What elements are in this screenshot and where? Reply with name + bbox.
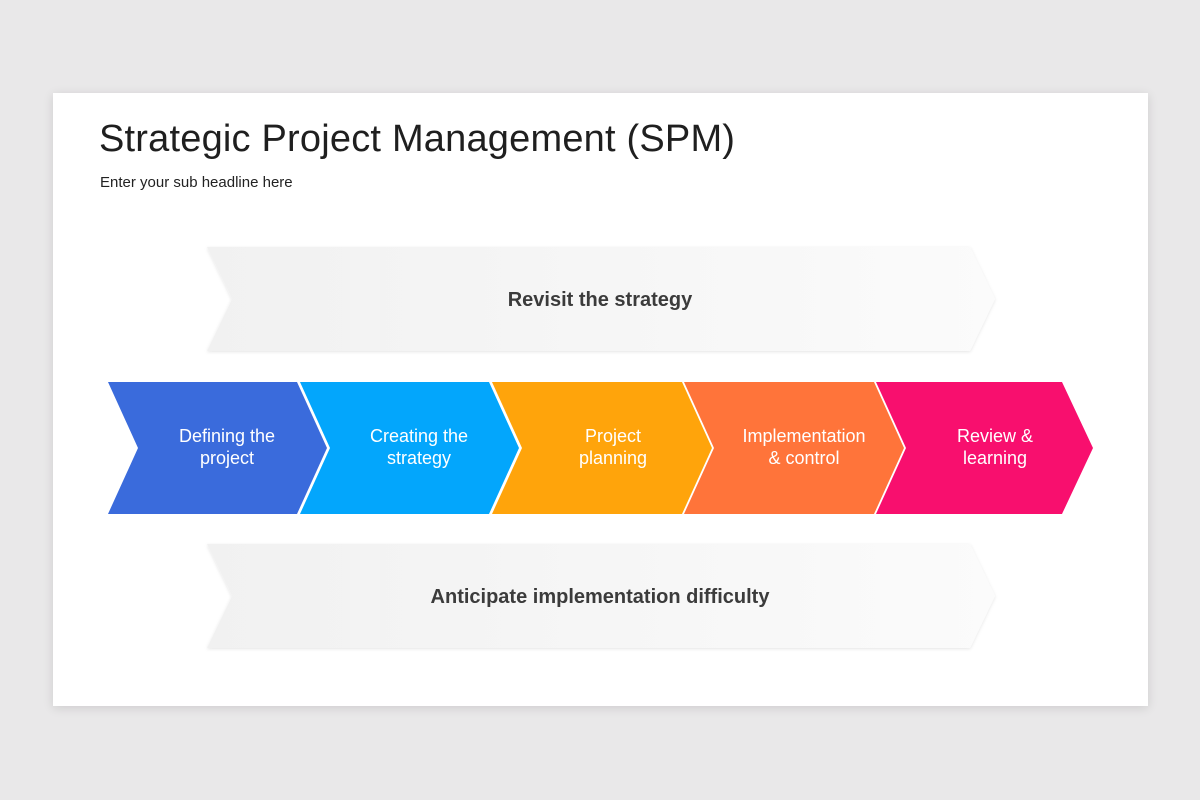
top-band-arrow: Revisit the strategy [207, 247, 995, 351]
step-review-learning: Review & learning [876, 382, 1093, 514]
step-label-line2: learning [963, 448, 1027, 468]
step-label-line2: project [200, 448, 254, 468]
step-label-line1: Implementation [742, 426, 865, 446]
step-label: strategy [387, 448, 451, 468]
bottom-band-label: Anticipate implementation difficulty [431, 586, 771, 608]
step-label: planning [579, 448, 647, 468]
step-label: learning [963, 448, 1027, 468]
step-label: Defining the [179, 426, 275, 446]
step-label-line1: Review & [957, 426, 1033, 446]
process-steps: Defining the project Creating the strate… [108, 382, 1093, 514]
step-label-line2: planning [579, 448, 647, 468]
step-label: & control [768, 448, 839, 468]
step-label-line1: Defining the [179, 426, 275, 446]
step-label-line1: Creating the [370, 426, 468, 446]
step-label-line1: Project [585, 426, 641, 446]
spm-process-diagram: Revisit the strategy Defining the projec… [108, 247, 1093, 648]
step-label: Project [585, 426, 641, 446]
step-label: Implementation [742, 426, 865, 446]
bottom-band-arrow: Anticipate implementation difficulty [207, 544, 995, 648]
step-label: project [200, 448, 254, 468]
step-defining-project: Defining the project [108, 382, 327, 514]
step-label-line2: & control [768, 448, 839, 468]
step-project-planning: Project planning [492, 382, 712, 514]
step-label: Creating the [370, 426, 468, 446]
step-label-line2: strategy [387, 448, 451, 468]
top-band-label: Revisit the strategy [508, 289, 693, 311]
step-implementation-control: Implementation & control [684, 382, 904, 514]
step-creating-strategy: Creating the strategy [300, 382, 519, 514]
step-label: Review & [957, 426, 1033, 446]
